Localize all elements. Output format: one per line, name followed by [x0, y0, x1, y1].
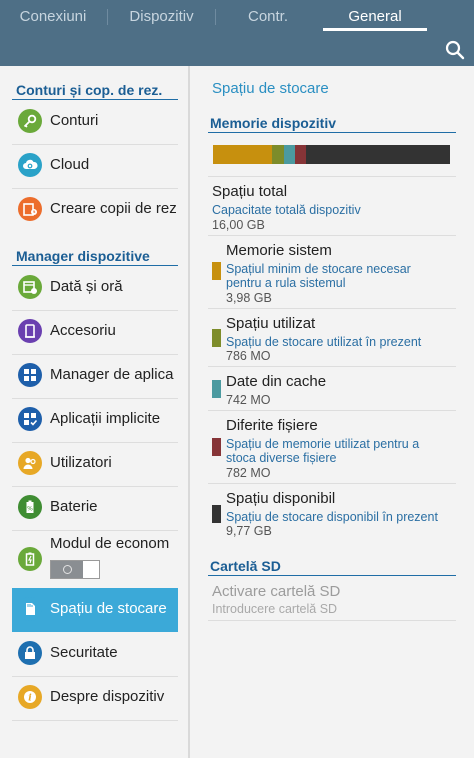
- toggle-knob: [51, 561, 83, 578]
- row-description: pentru a rula sistemul: [226, 276, 346, 290]
- sidebar-item-label: Spațiu de stocare: [50, 600, 167, 617]
- row-value: 3,98 GB: [226, 291, 272, 305]
- sidebar-item-label: Utilizatori: [50, 454, 112, 471]
- row-value: 786 MO: [226, 349, 271, 363]
- default-apps-icon: [18, 407, 42, 431]
- lock-icon: [18, 641, 42, 665]
- sidebar-item-label: Manager de aplica: [50, 366, 174, 383]
- row-title: Diferite fișiere: [226, 417, 318, 434]
- color-swatch: [212, 438, 221, 456]
- row-divider: [208, 176, 456, 177]
- sidebar-item-label: Accesoriu: [50, 322, 116, 339]
- row-divider: [208, 308, 456, 309]
- battery-icon: %: [18, 495, 42, 519]
- section-header-accounts: Conturi și cop. de rez.: [16, 82, 163, 98]
- section-divider: [208, 132, 456, 133]
- row-value: 782 MO: [226, 466, 271, 480]
- sidebar-item-label: Creare copii de rez: [50, 200, 177, 217]
- total-storage-description: Capacitate totală dispozitiv: [212, 203, 361, 217]
- key-icon: [18, 109, 42, 133]
- row-divider: [208, 366, 456, 367]
- device-accessory-icon: [18, 319, 42, 343]
- total-storage-value: 16,00 GB: [212, 218, 265, 232]
- sd-card-icon: [18, 597, 42, 621]
- calendar-clock-icon: [18, 275, 42, 299]
- info-icon: i: [18, 685, 42, 709]
- sidebar-item-storage[interactable]: Spațiu de stocare: [12, 588, 178, 632]
- storage-bar-segment: [294, 145, 306, 164]
- activate-sd-card-title: Activare cartelă SD: [212, 583, 341, 600]
- sidebar-item-accessory[interactable]: Accesoriu: [12, 310, 178, 354]
- row-value: 9,77 GB: [226, 524, 272, 538]
- sidebar-item-label: Modul de econom: [50, 535, 170, 552]
- search-icon[interactable]: [444, 39, 466, 61]
- sidebar-item-cloud[interactable]: Cloud: [12, 144, 178, 188]
- row-divider: [208, 410, 456, 411]
- sidebar-item-about[interactable]: i Despre dispozitiv: [12, 676, 178, 720]
- tab-conexiuni[interactable]: Conexiuni: [0, 0, 106, 32]
- color-swatch: [212, 262, 221, 280]
- top-bar: Conexiuni Dispozitiv Contr. General: [0, 0, 474, 66]
- svg-text:i: i: [28, 694, 32, 704]
- svg-text:%: %: [27, 506, 33, 513]
- apps-grid-icon: [18, 363, 42, 387]
- power-saving-toggle[interactable]: [50, 560, 100, 579]
- sidebar-item-default-apps[interactable]: Aplicații implicite: [12, 398, 178, 442]
- section-header-device-memory: Memorie dispozitiv: [210, 115, 337, 131]
- color-swatch: [212, 505, 221, 523]
- sidebar-item-label: Securitate: [50, 644, 118, 661]
- row-divider: [208, 235, 456, 236]
- active-tab-indicator: [323, 28, 427, 31]
- storage-bar-segment: [305, 145, 450, 164]
- tab-contr[interactable]: Contr.: [216, 0, 320, 32]
- row-title: Memorie sistem: [226, 242, 332, 259]
- sidebar-item-label: Aplicații implicite: [50, 410, 161, 427]
- row-divider: [208, 483, 456, 484]
- sidebar-item-date-time[interactable]: Dată și oră: [12, 266, 178, 310]
- row-description: Spațiul minim de stocare necesar: [226, 262, 411, 276]
- row-description: Spațiu de stocare disponibil în prezent: [226, 510, 438, 524]
- sidebar-item-app-manager[interactable]: Manager de aplica: [12, 354, 178, 398]
- sidebar-item-security[interactable]: Securitate: [12, 632, 178, 676]
- row-title: Spațiu disponibil: [226, 490, 336, 507]
- row-description: Spațiu de memorie utilizat pentru a: [226, 437, 420, 451]
- page-title: Spațiu de stocare: [212, 80, 329, 97]
- sidebar-item-backup[interactable]: Creare copii de rez: [12, 188, 178, 232]
- sidebar-item-label: Cloud: [50, 156, 90, 173]
- sidebar-item-battery[interactable]: % Baterie: [12, 486, 178, 530]
- row-title: Spațiu utilizat: [226, 315, 316, 332]
- sidebar-item-users[interactable]: Utilizatori: [12, 442, 178, 486]
- row-title: Date din cache: [226, 373, 327, 390]
- section-header-device-manager: Manager dispozitive: [16, 248, 150, 264]
- sidebar-item-label: Despre dispozitiv: [50, 688, 165, 705]
- section-divider: [208, 575, 456, 576]
- row-description: Spațiu de stocare utilizat în prezent: [226, 335, 422, 349]
- storage-bar-segment: [283, 145, 295, 164]
- row-description: stoca diverse fișiere: [226, 451, 337, 465]
- cloud-sync-icon: [18, 153, 42, 177]
- storage-usage-bar: [213, 145, 450, 164]
- section-header-sd-card: Cartelă SD: [210, 558, 281, 574]
- row-divider: [208, 620, 456, 621]
- color-swatch: [212, 380, 221, 398]
- users-icon: [18, 451, 42, 475]
- panel-divider: [188, 66, 190, 758]
- color-swatch: [212, 329, 221, 347]
- storage-bar-segment: [272, 145, 284, 164]
- tab-dispozitiv[interactable]: Dispozitiv: [108, 0, 215, 32]
- sidebar-item-conturi[interactable]: Conturi: [12, 100, 178, 144]
- sidebar-item-label: Baterie: [50, 498, 98, 515]
- backup-icon: [18, 197, 42, 221]
- power-saving-icon: [18, 547, 42, 571]
- item-divider: [12, 530, 178, 531]
- total-storage-title: Spațiu total: [212, 183, 288, 200]
- sidebar-item-label: Dată și oră: [50, 278, 123, 295]
- storage-bar-segment: [213, 145, 272, 164]
- item-divider: [12, 720, 178, 721]
- row-value: 742 MO: [226, 393, 271, 407]
- sidebar-item-label: Conturi: [50, 112, 99, 129]
- activate-sd-card-description: Introducere cartelă SD: [212, 602, 338, 616]
